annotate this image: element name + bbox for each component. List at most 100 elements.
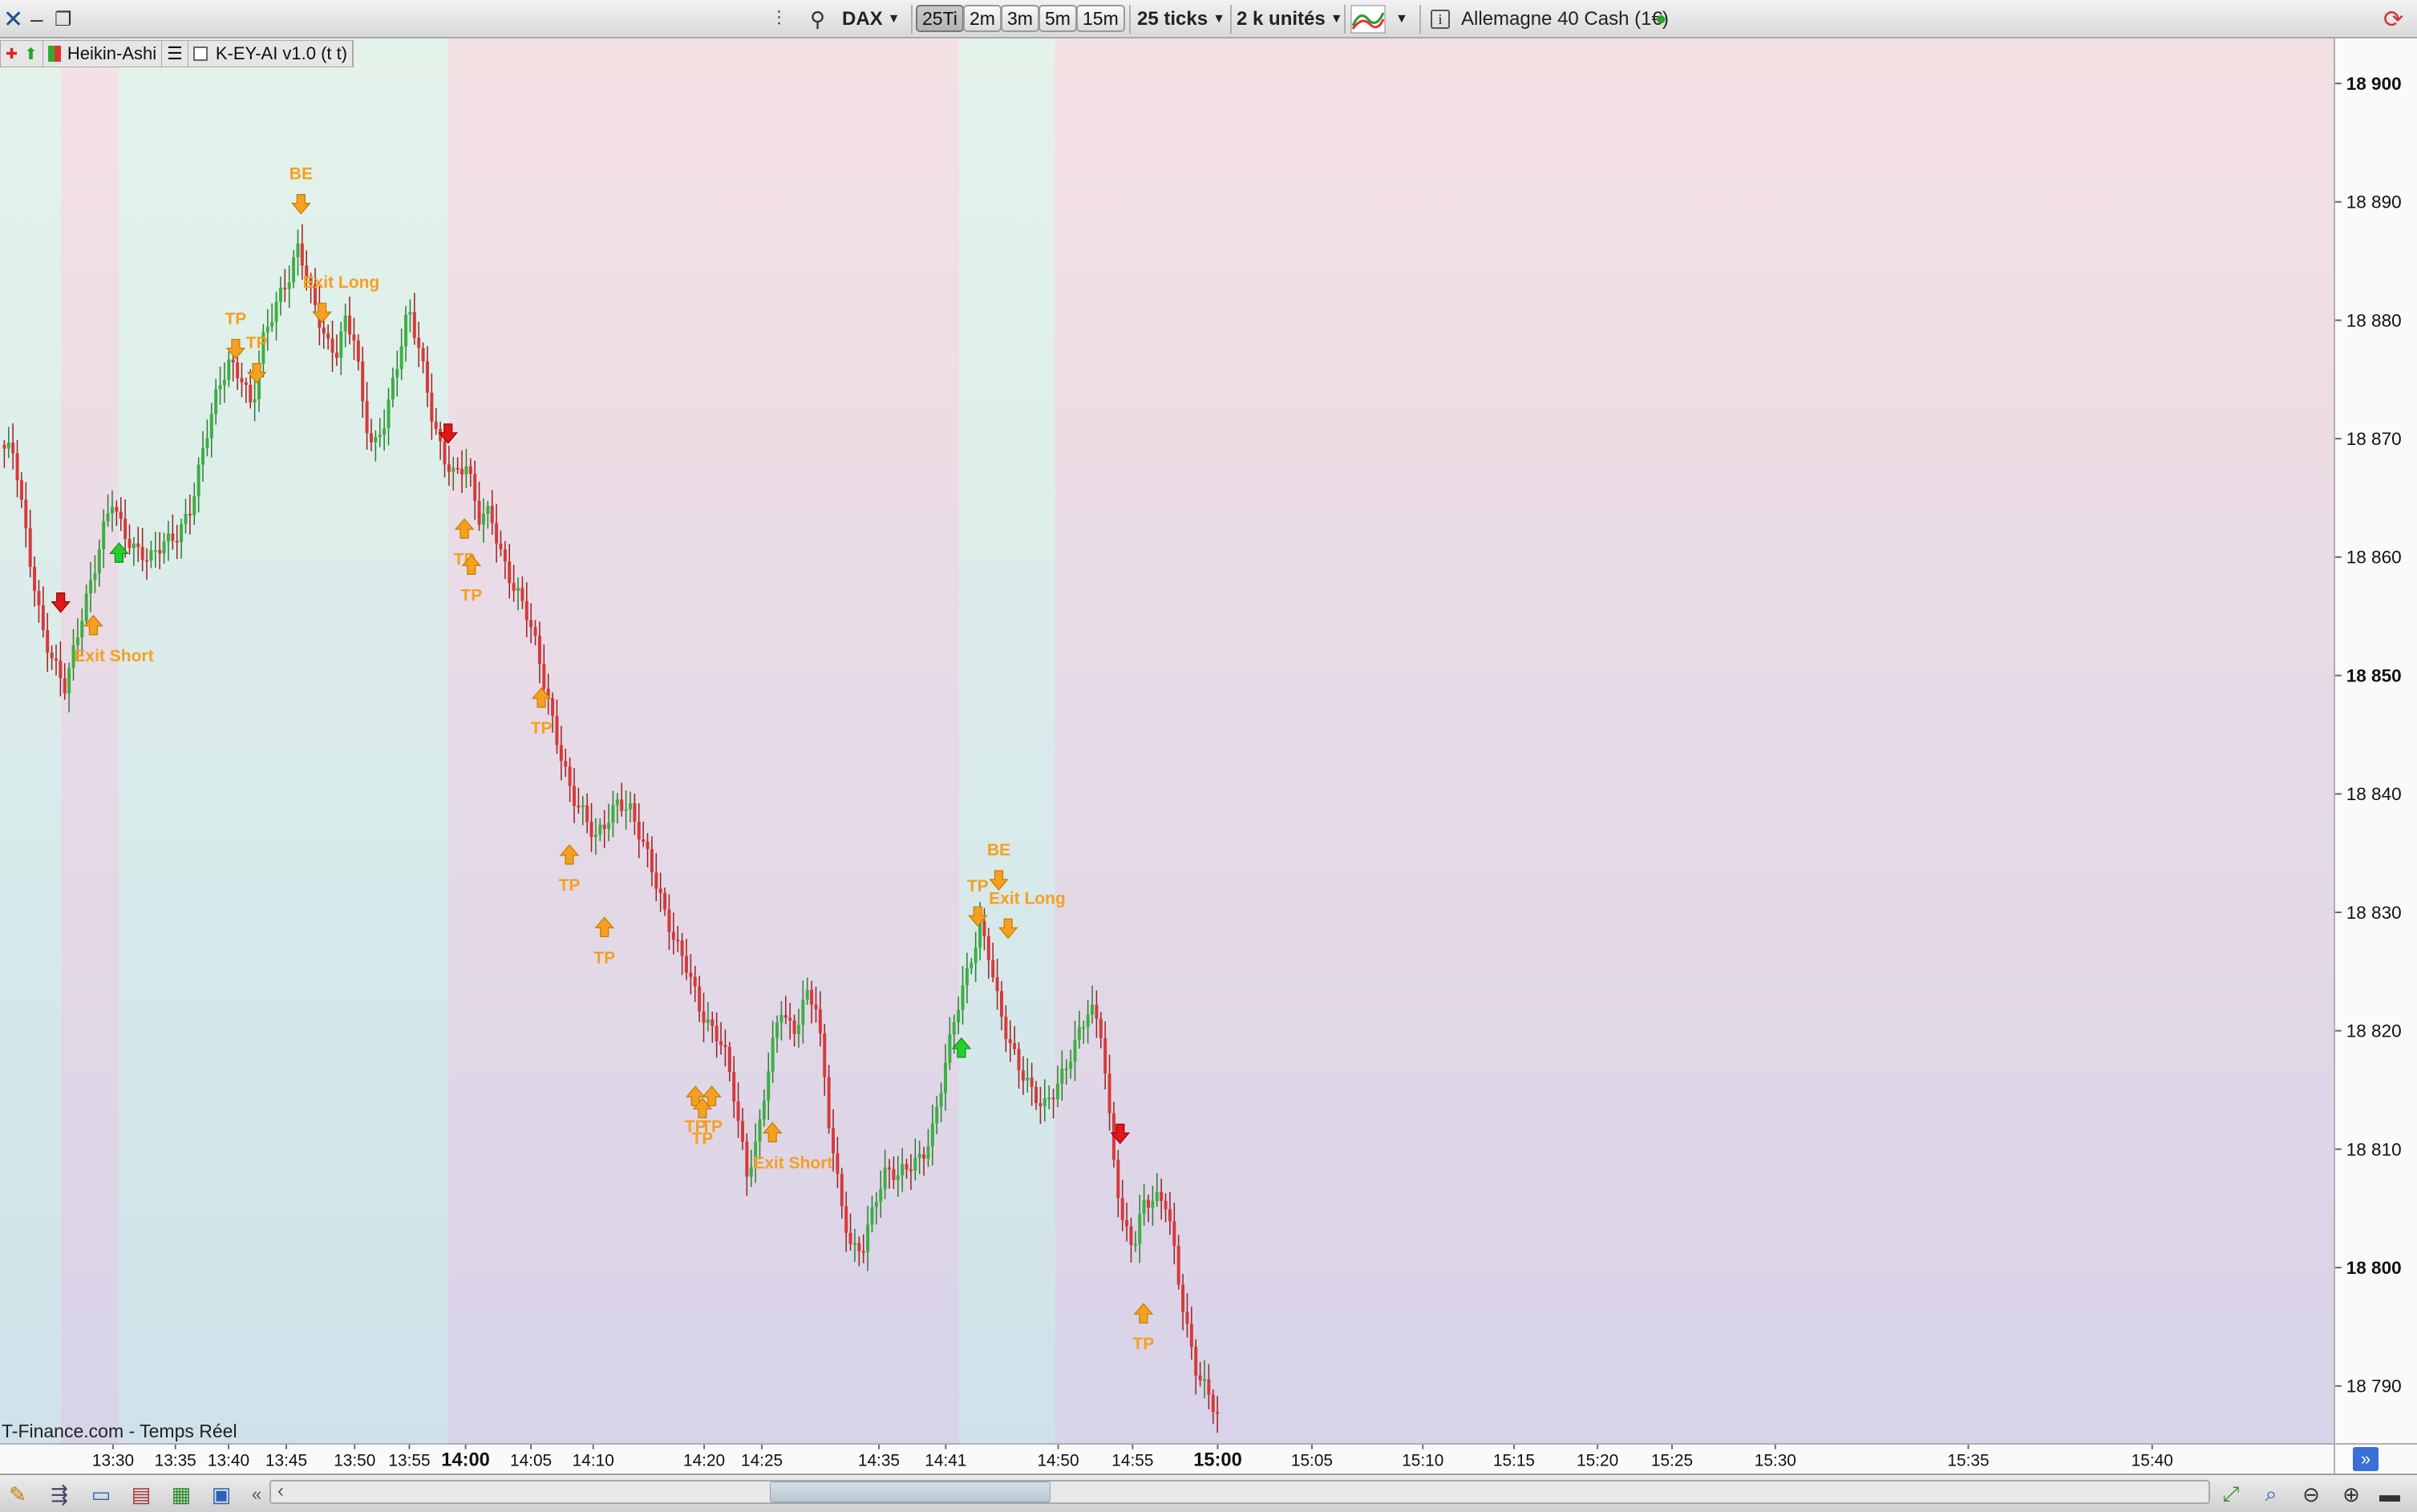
time-tick-label: 13:40 bbox=[208, 1452, 249, 1470]
toolbar-separator bbox=[1230, 5, 1232, 34]
time-tick-label: 13:50 bbox=[334, 1452, 375, 1470]
info-icon[interactable]: i bbox=[1431, 0, 1450, 38]
price-tick-label: 18 890 bbox=[2346, 192, 2402, 212]
time-tick-label: 15:05 bbox=[1291, 1452, 1333, 1470]
price-tick-label: 18 810 bbox=[2346, 1139, 2402, 1159]
time-tick-label: 15:25 bbox=[1651, 1452, 1693, 1470]
price-tick-label: 18 790 bbox=[2346, 1377, 2402, 1397]
drawing-pencil-icon[interactable]: ✎ bbox=[3, 1482, 32, 1507]
signal-label: Exit Long bbox=[989, 889, 1066, 908]
heikin-ashi-icon bbox=[47, 46, 61, 62]
time-tick-label: 13:35 bbox=[155, 1452, 196, 1470]
signal-label: Exit Short bbox=[753, 1154, 832, 1172]
link-icon[interactable]: ⚲ bbox=[810, 0, 825, 38]
auto-scale-icon[interactable]: ⤢ bbox=[2217, 1482, 2245, 1507]
screener-icon[interactable]: ▣ bbox=[207, 1482, 236, 1507]
toolbar-separator bbox=[1344, 5, 1346, 34]
indicator-menu-icon[interactable] bbox=[1350, 0, 1386, 38]
checkbox-icon[interactable] bbox=[192, 46, 208, 61]
instrument-name: Allemagne 40 Cash (1€) bbox=[1461, 8, 1669, 30]
zoom-in-icon[interactable]: ⊕ bbox=[2337, 1482, 2366, 1507]
signal-label: TP bbox=[1132, 1335, 1154, 1353]
scroll-end-icon[interactable]: » bbox=[2353, 1447, 2379, 1471]
instrument-code: DAX bbox=[842, 8, 883, 30]
signal-label: Exit Long bbox=[303, 273, 380, 292]
chevron-down-icon: ▼ bbox=[1330, 12, 1343, 26]
toolbar-separator bbox=[911, 5, 913, 34]
signal-label: BE bbox=[987, 841, 1010, 859]
order-list-icon[interactable]: ▤ bbox=[127, 1482, 156, 1507]
flag-icon[interactable]: ✚ bbox=[6, 46, 18, 63]
instrument-select[interactable]: DAX ▼ bbox=[842, 0, 901, 38]
price-axis[interactable]: 18 900 18 890 18 880 18 870 18 860 18 850 18 8… bbox=[2334, 38, 2417, 1443]
ticks-select[interactable]: 25 ticks ▼ bbox=[1137, 0, 1225, 38]
time-tick-label: 14:20 bbox=[683, 1452, 725, 1470]
signal-label: TP bbox=[559, 876, 581, 895]
timeframe-25ti-button[interactable]: 25Ti bbox=[916, 5, 964, 32]
price-tick-label: 18 800 bbox=[2346, 1258, 2402, 1278]
list-icon[interactable]: ☰ bbox=[162, 41, 188, 67]
price-tick-label: 18 880 bbox=[2346, 310, 2402, 330]
data-source-label: T-Finance.com - Temps Réel bbox=[2, 1421, 237, 1441]
price-tick-label: 18 840 bbox=[2346, 784, 2402, 804]
indicator-item[interactable]: K-EY-AI v1.0 (t t) bbox=[188, 41, 354, 67]
restore-window-icon[interactable]: ❐ bbox=[55, 0, 72, 38]
chevron-down-icon[interactable]: ▼ bbox=[1395, 0, 1408, 38]
scroll-left-icon[interactable]: ‹ bbox=[277, 1480, 284, 1502]
time-tick-label: 15:40 bbox=[2132, 1452, 2173, 1470]
time-axis-corner: » bbox=[2334, 1443, 2417, 1474]
time-tick-label: 14:10 bbox=[573, 1452, 614, 1470]
time-tick-label: 15:00 bbox=[1193, 1450, 1242, 1471]
minimize-icon[interactable]: – bbox=[30, 0, 43, 38]
time-tick-label: 14:35 bbox=[858, 1452, 900, 1470]
signal-label: TP bbox=[967, 877, 989, 895]
timeframe-2m-button[interactable]: 2m bbox=[963, 5, 1002, 32]
timeframe-3m-button[interactable]: 3m bbox=[1001, 5, 1039, 32]
zoom-out-icon[interactable]: ⊖ bbox=[2297, 1482, 2326, 1507]
collapse-left-icon[interactable]: « bbox=[242, 1482, 271, 1507]
price-tick-label: 18 850 bbox=[2346, 665, 2402, 685]
price-tick-label: 18 860 bbox=[2346, 548, 2402, 568]
price-chart[interactable]: Exit ShortTPTPBEExit LongTPTPTPTPTPTPTPT… bbox=[0, 38, 2334, 1443]
chart-icons: ✚ ⬆ bbox=[1, 41, 43, 67]
price-tick-label: 18 830 bbox=[2346, 903, 2402, 923]
chart-type-item[interactable]: Heikin-Ashi bbox=[43, 41, 163, 67]
time-tick-label: 14:00 bbox=[441, 1450, 490, 1471]
price-tick-label: 18 820 bbox=[2346, 1021, 2402, 1041]
time-tick-label: 15:10 bbox=[1402, 1452, 1443, 1470]
zone-red-3 bbox=[447, 38, 960, 1443]
time-tick-label: 14:25 bbox=[741, 1452, 783, 1470]
timeframe-15m-button[interactable]: 15m bbox=[1076, 5, 1125, 32]
close-icon[interactable]: ✕ bbox=[3, 0, 23, 38]
time-tick-label: 15:15 bbox=[1493, 1452, 1535, 1470]
zoom-fit-icon[interactable]: ⌕ bbox=[2257, 1482, 2285, 1507]
refresh-icon[interactable]: ⟳ bbox=[2383, 0, 2403, 38]
chevron-down-icon: ▼ bbox=[1213, 12, 1225, 26]
table-icon[interactable]: ▦ bbox=[167, 1482, 196, 1507]
signal-label: TP bbox=[225, 309, 246, 328]
chart-style-icon[interactable]: ⫶ bbox=[776, 0, 782, 38]
zone-red-1 bbox=[60, 38, 119, 1443]
horizontal-scrollbar[interactable]: ‹ bbox=[269, 1480, 2210, 1504]
time-tick-label: 15:30 bbox=[1755, 1452, 1796, 1470]
signal-label: TP bbox=[701, 1118, 723, 1136]
scrollbar-thumb[interactable] bbox=[770, 1482, 1051, 1502]
chat-icon[interactable]: ▭ bbox=[87, 1482, 115, 1507]
zone-red-5 bbox=[1055, 38, 2334, 1443]
time-axis[interactable]: 13:30 13:35 13:40 13:45 13:50 13:55 14:00 14:05… bbox=[0, 1443, 2334, 1474]
units-select[interactable]: 2 k unités ▼ bbox=[1237, 0, 1343, 38]
indicator-label: K-EY-AI v1.0 (t t) bbox=[215, 43, 348, 63]
units-value: 2 k unités bbox=[1237, 8, 1326, 30]
time-tick-label: 15:35 bbox=[1947, 1452, 1989, 1470]
zone-green-4 bbox=[959, 38, 1055, 1443]
time-tick-label: 13:30 bbox=[92, 1452, 134, 1470]
timeframe-5m-button[interactable]: 5m bbox=[1038, 5, 1077, 32]
signal-label: Exit Short bbox=[74, 647, 153, 665]
time-tick-label: 15:20 bbox=[1577, 1452, 1618, 1470]
share-icon[interactable]: ⇶ bbox=[45, 1482, 74, 1507]
time-tick-label: 14:05 bbox=[510, 1452, 552, 1470]
toolbar-separator bbox=[1419, 5, 1421, 34]
ruler-icon[interactable]: ▬ bbox=[2375, 1482, 2404, 1507]
arrow-up-icon[interactable]: ⬆ bbox=[24, 44, 38, 64]
trading-app: ✕ – ❐ ⫶ ⚲ DAX ▼ 25Ti 2m 3m 5m 15m 25 tick… bbox=[0, 0, 2417, 1512]
